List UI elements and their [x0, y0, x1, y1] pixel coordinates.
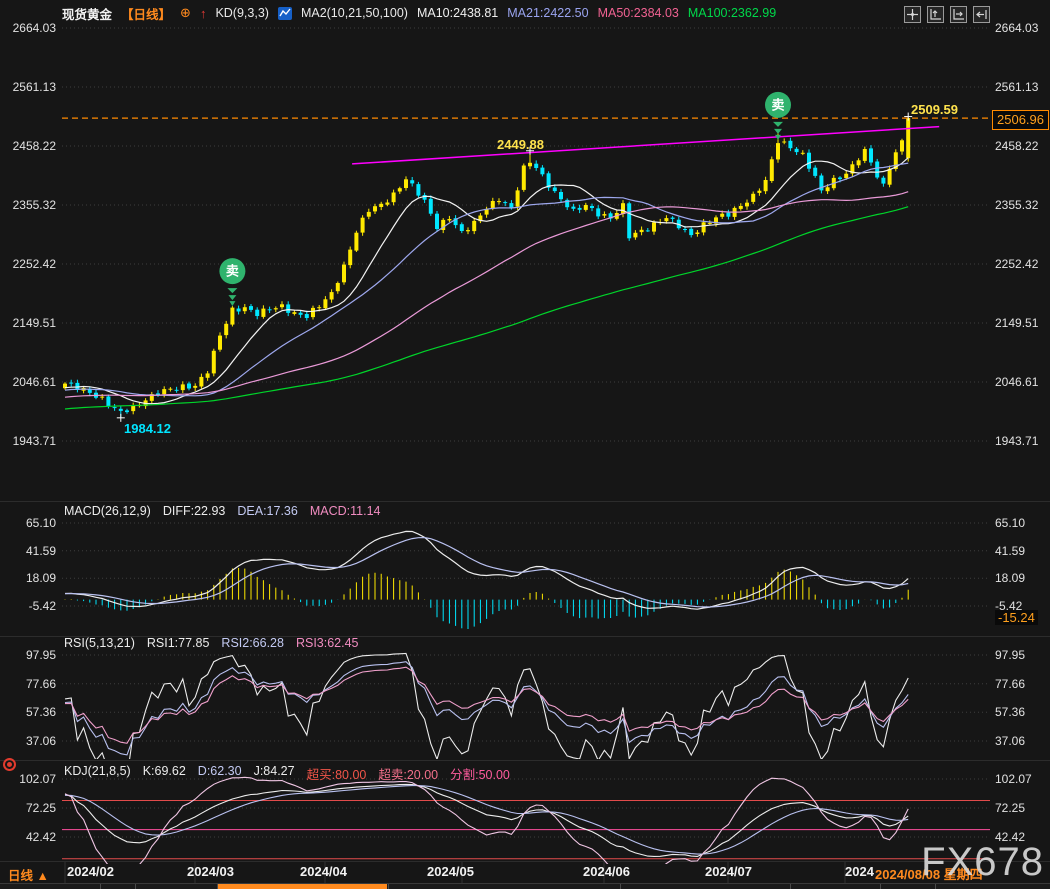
kdj-j-value: J:84.27: [254, 764, 295, 783]
bottom-active-tab[interactable]: [218, 884, 387, 889]
add-indicator-icon[interactable]: ⊕: [180, 5, 191, 21]
main-axis-tick: 2561.13: [0, 80, 56, 94]
macd-axis-tick: -5.42: [0, 599, 56, 613]
macd-axis-tick: 41.59: [0, 544, 56, 558]
xaxis-date-label: 2024/05: [427, 864, 474, 879]
main-axis-tick: 2355.32: [0, 198, 56, 212]
macd-macd-value: MACD:11.14: [310, 504, 381, 518]
xaxis-date-label: 2024/02: [67, 864, 114, 879]
macd-axis-tick: 65.10: [995, 516, 1049, 530]
xaxis-date-label: 2024/06: [583, 864, 630, 879]
rsi-axis-tick: 97.95: [0, 648, 56, 662]
scale-y-axis-icon[interactable]: [927, 6, 944, 23]
main-axis-tick: 2046.61: [995, 375, 1049, 389]
trend-up-icon: ↑: [200, 6, 207, 21]
alert-icon[interactable]: [3, 758, 16, 771]
xaxis-date-label: 2024/04: [300, 864, 347, 879]
kdj-axis-tick: 42.42: [0, 830, 56, 844]
main-axis-tick: 1943.71: [0, 434, 56, 448]
move-crosshair-icon[interactable]: [904, 6, 921, 23]
main-axis-tick: 2149.51: [0, 316, 56, 330]
kdj-mid-value: 分割:50.00: [450, 764, 510, 783]
macd-axis-tick: 18.09: [995, 571, 1049, 585]
sell-marker-label: 卖: [771, 97, 784, 112]
kd-settings-label[interactable]: KD(9,3,3): [215, 6, 269, 20]
kdj-oversold-value: 超卖:20.00: [378, 764, 438, 783]
xaxis-date-label: 2024: [845, 864, 874, 879]
rsi-title[interactable]: RSI(5,13,21): [64, 636, 135, 650]
rsi-axis-tick: 97.95: [995, 648, 1049, 662]
watermark-fx678: FX678: [921, 840, 1044, 885]
main-axis-tick: 2664.03: [0, 21, 56, 35]
chart-toolbar: [904, 6, 990, 23]
symbol-name: 现货黄金: [62, 4, 112, 23]
macd-axis-tick: -5.42: [995, 599, 1049, 613]
macd-axis-tick: 65.10: [0, 516, 56, 530]
rsi-header: RSI(5,13,21) RSI1:77.85 RSI2:66.28 RSI3:…: [64, 636, 359, 650]
trading-app-window: 卖卖 现货黄金 【日线】 ⊕ ↑ KD(9,3,3) MA2(10,21,50,…: [0, 0, 1050, 889]
chart-header: 现货黄金 【日线】 ⊕ ↑ KD(9,3,3) MA2(10,21,50,100…: [62, 4, 776, 22]
macd-title[interactable]: MACD(26,12,9): [64, 504, 151, 518]
kdj-axis-tick: 102.07: [0, 772, 56, 786]
main-axis-tick: 2046.61: [0, 375, 56, 389]
rsi-axis-tick: 77.66: [0, 677, 56, 691]
kdj-d-value: D:62.30: [198, 764, 242, 783]
scale-x-axis-icon[interactable]: [950, 6, 967, 23]
rsi2-value: RSI2:66.28: [221, 636, 284, 650]
kdj-title[interactable]: KDJ(21,8,5): [64, 764, 131, 783]
bottom-tab-strip[interactable]: [0, 883, 1050, 889]
xaxis-date-label: 2024/03: [187, 864, 234, 879]
kdj-axis-tick: 102.07: [995, 772, 1049, 786]
main-axis-tick: 2252.42: [0, 257, 56, 271]
main-axis-tick: 2561.13: [995, 80, 1049, 94]
ma50-value: MA50:2384.03: [598, 6, 679, 20]
last-high-price-label: 2509.59: [911, 102, 958, 117]
macd-dea-value: DEA:17.36: [237, 504, 297, 518]
sell-marker-label: 卖: [226, 264, 239, 279]
kdj-axis-tick: 72.25: [0, 801, 56, 815]
current-price-badge: 2506.96: [992, 110, 1049, 130]
main-axis-tick: 2252.42: [995, 257, 1049, 271]
ma-group-label[interactable]: MA2(10,21,50,100): [301, 6, 408, 20]
kdj-overbought-value: 超买:80.00: [307, 764, 367, 783]
xaxis-date-label: 2024/07: [705, 864, 752, 879]
ma21-value: MA21:2422.50: [507, 6, 588, 20]
kdj-k-value: K:69.62: [143, 764, 186, 783]
kdj-axis-tick: 72.25: [995, 801, 1049, 815]
chart-canvas[interactable]: 卖卖: [0, 0, 1050, 889]
ma-indicator-icon[interactable]: [278, 7, 292, 20]
collapse-right-icon[interactable]: [973, 6, 990, 23]
macd-header: MACD(26,12,9) DIFF:22.93 DEA:17.36 MACD:…: [64, 504, 380, 518]
ma10-value: MA10:2438.81: [417, 6, 498, 20]
rsi1-value: RSI1:77.85: [147, 636, 210, 650]
macd-axis-tick: 41.59: [995, 544, 1049, 558]
rsi-axis-tick: 37.06: [0, 734, 56, 748]
main-axis-tick: 2458.22: [995, 139, 1049, 153]
kdj-header: KDJ(21,8,5) K:69.62 D:62.30 J:84.27 超买:8…: [64, 764, 510, 783]
period-selector-button[interactable]: 日线 ▲: [8, 865, 49, 884]
period-tag[interactable]: 【日线】: [121, 4, 171, 23]
main-axis-tick: 2458.22: [0, 139, 56, 153]
macd-axis-tick: 18.09: [0, 571, 56, 585]
swing-low-price-label: 1984.12: [124, 421, 171, 436]
rsi-axis-tick: 57.36: [995, 705, 1049, 719]
rsi-axis-tick: 57.36: [0, 705, 56, 719]
ma100-value: MA100:2362.99: [688, 6, 776, 20]
rsi-axis-tick: 37.06: [995, 734, 1049, 748]
main-axis-tick: 2355.32: [995, 198, 1049, 212]
swing-high-price-label: 2449.88: [497, 137, 544, 152]
rsi3-value: RSI3:62.45: [296, 636, 359, 650]
main-axis-tick: 1943.71: [995, 434, 1049, 448]
rsi-axis-tick: 77.66: [995, 677, 1049, 691]
main-axis-tick: 2664.03: [995, 21, 1049, 35]
main-axis-tick: 2149.51: [995, 316, 1049, 330]
macd-diff-value: DIFF:22.93: [163, 504, 226, 518]
